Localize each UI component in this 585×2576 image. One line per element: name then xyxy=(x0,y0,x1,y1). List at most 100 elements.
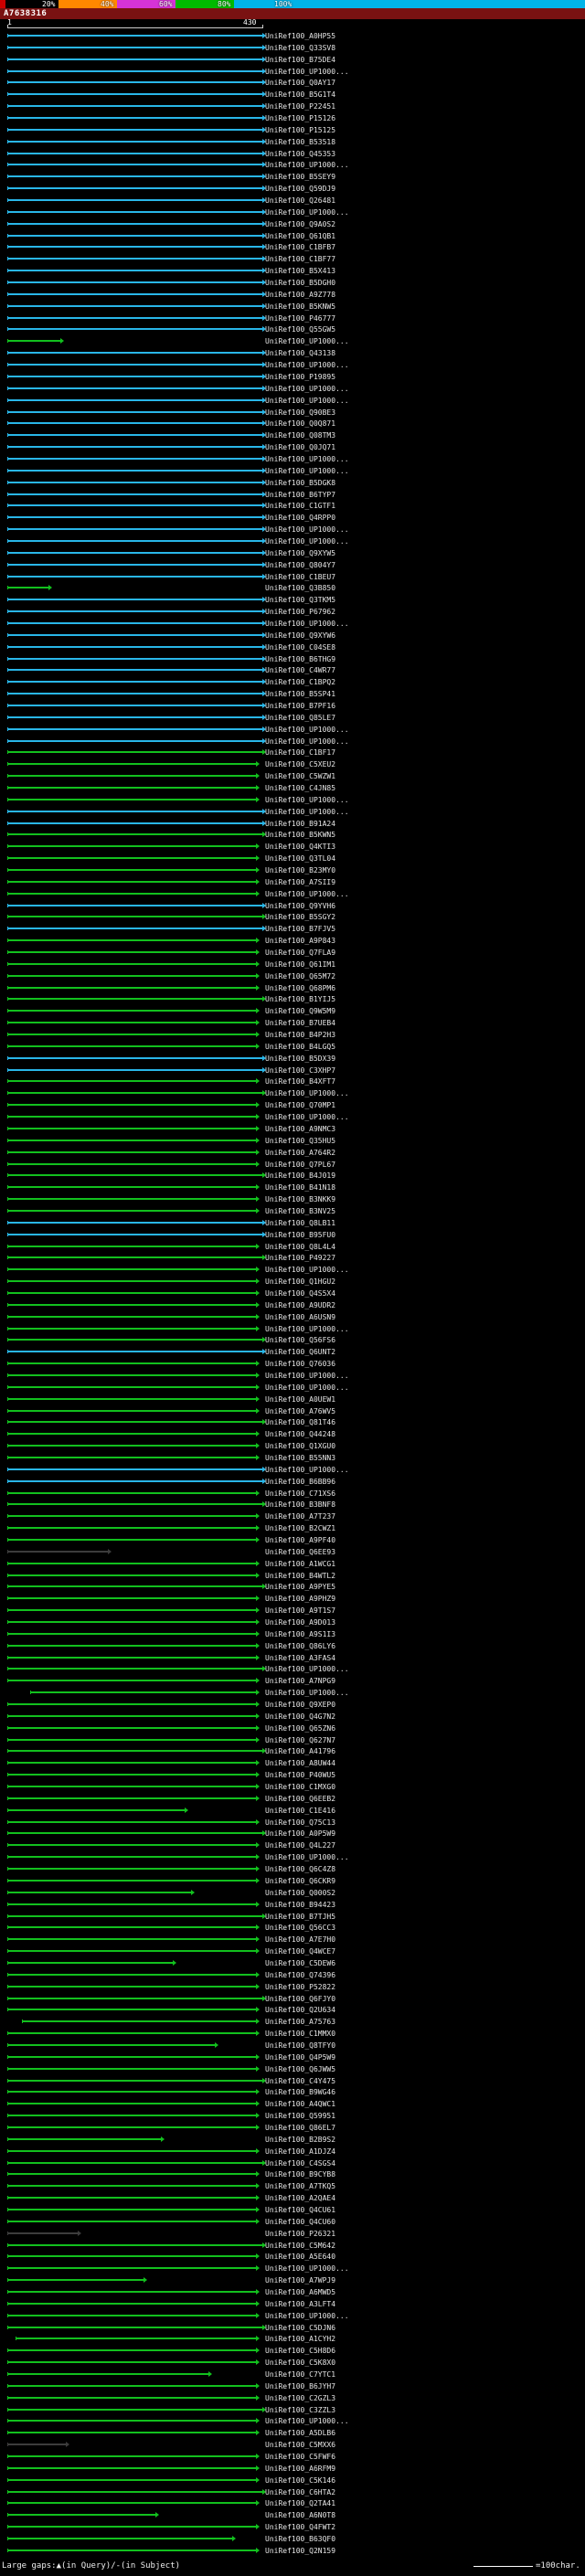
hit-alignment-bar[interactable] xyxy=(7,1066,266,1073)
hit-alignment-bar[interactable] xyxy=(7,1748,266,1754)
hit-label[interactable]: UniRef100_A9D013 xyxy=(265,1618,335,1627)
hit-row[interactable]: UniRef100_B6TYP7 xyxy=(0,489,585,501)
hit-alignment-bar[interactable] xyxy=(7,1701,261,1708)
hit-alignment-bar[interactable] xyxy=(7,186,266,192)
hit-row[interactable]: UniRef100_B63QF0 xyxy=(0,2533,585,2545)
hit-label[interactable]: UniRef100_Q59DJ9 xyxy=(265,185,335,193)
hit-label[interactable]: UniRef100_B63QF0 xyxy=(265,2535,335,2543)
hit-row[interactable]: UniRef100_Q86LY6 xyxy=(0,1640,585,1652)
hit-label[interactable]: UniRef100_B4WTL2 xyxy=(265,1572,335,1580)
hit-alignment-bar[interactable] xyxy=(7,702,266,708)
hit-row[interactable]: UniRef100_C4WR77 xyxy=(0,664,585,676)
hit-alignment-bar[interactable] xyxy=(7,2348,261,2354)
hit-label[interactable]: UniRef100_B75DE4 xyxy=(265,56,335,64)
hit-row[interactable]: UniRef100_B1YIJ5 xyxy=(0,993,585,1005)
hit-row[interactable]: UniRef100_Q33SV8 xyxy=(0,42,585,54)
hit-label[interactable]: UniRef100_B5G1T4 xyxy=(265,90,335,99)
hit-alignment-bar[interactable] xyxy=(7,162,266,168)
hit-row[interactable]: UniRef100_B7UEB4 xyxy=(0,1017,585,1029)
hit-alignment-bar[interactable] xyxy=(7,1736,261,1743)
hit-alignment-bar[interactable] xyxy=(7,1466,266,1472)
hit-alignment-bar[interactable] xyxy=(7,785,261,790)
hit-alignment-bar[interactable] xyxy=(7,1584,266,1590)
hit-alignment-bar[interactable] xyxy=(7,643,266,650)
hit-label[interactable]: UniRef100_C2GZL3 xyxy=(265,2394,335,2402)
hit-label[interactable]: UniRef100_B6TYP7 xyxy=(265,491,335,499)
hit-row[interactable]: UniRef100_Q90BE3 xyxy=(0,407,585,419)
hit-label[interactable]: UniRef100_P15126 xyxy=(265,114,335,122)
hit-row[interactable]: UniRef100_UP1000... xyxy=(0,159,585,171)
hit-alignment-bar[interactable] xyxy=(7,2030,261,2037)
hit-label[interactable]: UniRef100_C6HTA2 xyxy=(265,2488,335,2496)
hit-alignment-bar[interactable] xyxy=(7,1666,266,1672)
hit-row[interactable]: UniRef100_C5MXX6 xyxy=(0,2439,585,2451)
hit-row[interactable]: UniRef100_A9PHZ9 xyxy=(0,1593,585,1605)
hit-label[interactable]: UniRef100_Q627N7 xyxy=(265,1736,335,1744)
hit-row[interactable]: UniRef100_Q43138 xyxy=(0,347,585,359)
hit-alignment-bar[interactable] xyxy=(7,2230,82,2236)
hit-alignment-bar[interactable] xyxy=(7,326,266,333)
hit-alignment-bar[interactable] xyxy=(7,2147,261,2154)
hit-label[interactable]: UniRef100_Q61QB1 xyxy=(265,232,335,240)
hit-alignment-bar[interactable] xyxy=(7,150,266,156)
hit-alignment-bar[interactable] xyxy=(7,714,266,720)
hit-alignment-bar[interactable] xyxy=(7,914,266,920)
hit-label[interactable]: UniRef100_C4WR77 xyxy=(265,666,335,674)
hit-alignment-bar[interactable] xyxy=(7,2418,261,2424)
hit-label[interactable]: UniRef100_C4SGS4 xyxy=(265,2159,335,2168)
hit-label[interactable]: UniRef100_C1MMX0 xyxy=(265,2030,335,2038)
hit-label[interactable]: UniRef100_C5FWF6 xyxy=(265,2453,335,2461)
hit-alignment-bar[interactable] xyxy=(7,2430,261,2436)
hit-row[interactable]: UniRef100_C71XS6 xyxy=(0,1488,585,1500)
hit-label[interactable]: UniRef100_A1CYH2 xyxy=(265,2335,335,2343)
hit-row[interactable]: UniRef100_A4QWC1 xyxy=(0,2098,585,2110)
hit-label[interactable]: UniRef100_Q4KTI3 xyxy=(265,843,335,851)
hit-label[interactable]: UniRef100_Q8L4L4 xyxy=(265,1243,335,1251)
hit-alignment-bar[interactable] xyxy=(7,256,266,262)
hit-alignment-bar[interactable] xyxy=(7,1243,261,1249)
hit-row[interactable]: UniRef100_A9T1S7 xyxy=(0,1605,585,1617)
hit-row[interactable]: UniRef100_Q2TA41 xyxy=(0,2497,585,2509)
hit-row[interactable]: UniRef100_A9D013 xyxy=(0,1617,585,1628)
hit-row[interactable]: UniRef100_C2GZL3 xyxy=(0,2392,585,2404)
hit-label[interactable]: UniRef100_A0HP55 xyxy=(265,32,335,40)
hit-label[interactable]: UniRef100_A1DJZ4 xyxy=(265,2147,335,2156)
hit-alignment-bar[interactable] xyxy=(7,1161,261,1167)
hit-alignment-bar[interactable] xyxy=(7,1289,261,1296)
hit-row[interactable]: UniRef100_Q9A0S2 xyxy=(0,218,585,230)
hit-alignment-bar[interactable] xyxy=(7,2065,261,2072)
hit-alignment-bar[interactable] xyxy=(7,220,266,227)
hit-row[interactable]: UniRef100_A0UEW1 xyxy=(0,1394,585,1405)
hit-row[interactable]: UniRef100_Q59DJ9 xyxy=(0,183,585,195)
hit-label[interactable]: UniRef100_B5X413 xyxy=(265,267,335,275)
hit-label[interactable]: UniRef100_Q804Y7 xyxy=(265,561,335,569)
hit-alignment-bar[interactable] xyxy=(7,1431,261,1437)
hit-alignment-bar[interactable] xyxy=(7,1020,261,1026)
hit-alignment-bar[interactable] xyxy=(7,2406,266,2412)
hit-label[interactable]: UniRef100_Q0AY17 xyxy=(265,79,335,87)
hit-alignment-bar[interactable] xyxy=(7,960,261,967)
hit-row[interactable]: UniRef100_A9S1I3 xyxy=(0,1628,585,1640)
hit-row[interactable]: UniRef100_Q70MP1 xyxy=(0,1099,585,1111)
hit-label[interactable]: UniRef100_A6N0T8 xyxy=(265,2511,335,2519)
hit-label[interactable]: UniRef100_A6USN9 xyxy=(265,1313,335,1321)
hit-row[interactable]: UniRef100_C5K146 xyxy=(0,2475,585,2486)
hit-alignment-bar[interactable] xyxy=(7,280,266,286)
hit-row[interactable]: UniRef100_C1BF77 xyxy=(0,253,585,265)
hit-alignment-bar[interactable] xyxy=(7,1278,261,1285)
hit-label[interactable]: UniRef100_Q86EL7 xyxy=(265,2124,335,2132)
hit-label[interactable]: UniRef100_Q65ZN6 xyxy=(265,1724,335,1733)
hit-label[interactable]: UniRef100_A1WCG1 xyxy=(265,1560,335,1568)
hit-alignment-bar[interactable] xyxy=(7,1419,266,1426)
hit-label[interactable]: UniRef100_Q9XEP0 xyxy=(265,1701,335,1709)
hit-alignment-bar[interactable] xyxy=(7,33,266,38)
hit-alignment-bar[interactable] xyxy=(7,2277,147,2284)
hit-label[interactable]: UniRef100_Q9W5M9 xyxy=(265,1007,335,1015)
hit-alignment-bar[interactable] xyxy=(7,1983,261,1989)
hit-row[interactable]: UniRef100_Q86EL7 xyxy=(0,2122,585,2134)
hit-alignment-bar[interactable] xyxy=(7,726,266,732)
hit-row[interactable]: UniRef100_Q45353 xyxy=(0,148,585,160)
hit-label[interactable]: UniRef100_B9WG46 xyxy=(265,2088,335,2096)
hit-label[interactable]: UniRef100_Q9XYW6 xyxy=(265,631,335,640)
hit-row[interactable]: UniRef100_B94423 xyxy=(0,1899,585,1911)
